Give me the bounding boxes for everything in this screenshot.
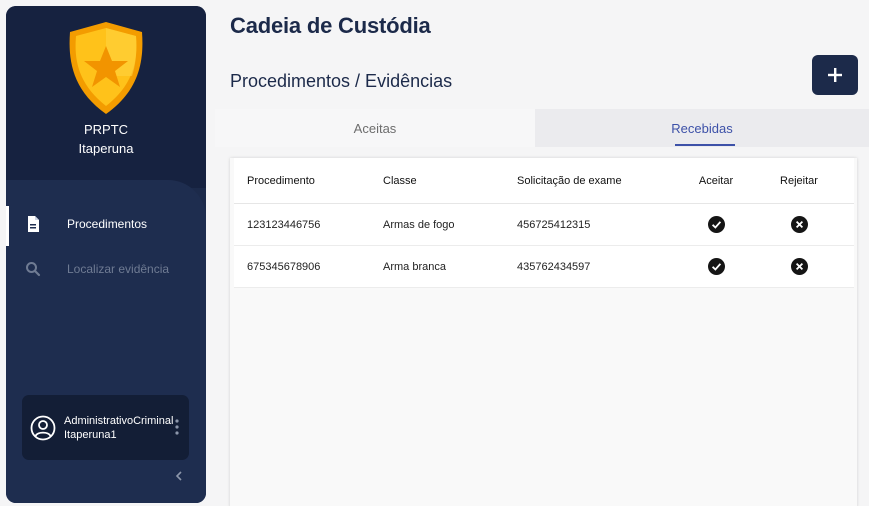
police-badge-icon	[69, 22, 143, 114]
cell-rejeitar	[765, 204, 833, 245]
cell-classe: Armas de fogo	[383, 218, 455, 231]
sidebar: PRPTC Itaperuna Procedimentos Localizar …	[6, 6, 206, 503]
cell-solicitacao: 435762434597	[517, 260, 591, 273]
table-row: 123123446756 Armas de fogo 456725412315	[234, 204, 854, 246]
add-button[interactable]	[812, 55, 858, 95]
accept-check-icon[interactable]	[707, 216, 725, 233]
org-name: PRPTC Itaperuna	[6, 120, 206, 158]
active-indicator	[6, 206, 9, 246]
sidebar-item-procedimentos[interactable]: Procedimentos	[6, 206, 206, 246]
user-card[interactable]: AdministrativoCriminalItaperuna1	[22, 395, 189, 460]
column-header-classe: Classe	[383, 174, 417, 187]
table-row: 675345678906 Arma branca 435762434597	[234, 246, 854, 288]
cell-procedimento: 675345678906	[247, 260, 321, 273]
chevron-left-icon[interactable]	[173, 470, 185, 482]
column-header-solicitacao: Solicitação de exame	[517, 174, 622, 187]
reject-x-icon[interactable]	[790, 216, 808, 233]
breadcrumb: Procedimentos / Evidências	[230, 71, 453, 91]
column-header-procedimento: Procedimento	[247, 174, 315, 187]
user-avatar-icon	[30, 415, 56, 441]
accept-check-icon[interactable]	[707, 258, 725, 275]
cell-solicitacao: 456725412315	[517, 218, 591, 231]
sidebar-item-localizar-evidencia[interactable]: Localizar evidência	[6, 251, 206, 287]
sidebar-item-label: Procedimentos	[67, 217, 148, 231]
user-name: AdministrativoCriminalItaperuna1	[64, 415, 174, 441]
org-name-line1: PRPTC	[83, 122, 129, 137]
tab-aceitas[interactable]: Aceitas	[215, 109, 535, 147]
table-header: Procedimento Classe Solicitação de exame…	[234, 158, 854, 204]
reject-x-icon[interactable]	[790, 258, 808, 275]
org-name-line2: Itaperuna	[78, 141, 134, 156]
tabs: Aceitas Recebidas	[215, 109, 869, 147]
sidebar-header: PRPTC Itaperuna	[6, 6, 206, 188]
active-tab-indicator	[675, 144, 735, 146]
plus-icon	[828, 68, 842, 82]
search-icon	[26, 262, 41, 277]
content-panel: Procedimento Classe Solicitação de exame…	[230, 158, 857, 506]
cell-aceitar	[684, 246, 748, 287]
sidebar-item-label: Localizar evidência	[67, 262, 170, 276]
page-title: Cadeia de Custódia	[230, 13, 431, 38]
evidence-table: Procedimento Classe Solicitação de exame…	[234, 158, 854, 288]
document-icon	[28, 216, 39, 232]
kebab-menu-icon[interactable]	[174, 418, 180, 436]
tab-recebidas[interactable]: Recebidas	[535, 109, 869, 147]
cell-classe: Arma branca	[383, 260, 446, 273]
column-header-rejeitar: Rejeitar	[780, 174, 818, 187]
cell-aceitar	[684, 204, 748, 245]
cell-rejeitar	[765, 246, 833, 287]
cell-procedimento: 123123446756	[247, 218, 321, 231]
column-header-aceitar: Aceitar	[698, 174, 734, 187]
